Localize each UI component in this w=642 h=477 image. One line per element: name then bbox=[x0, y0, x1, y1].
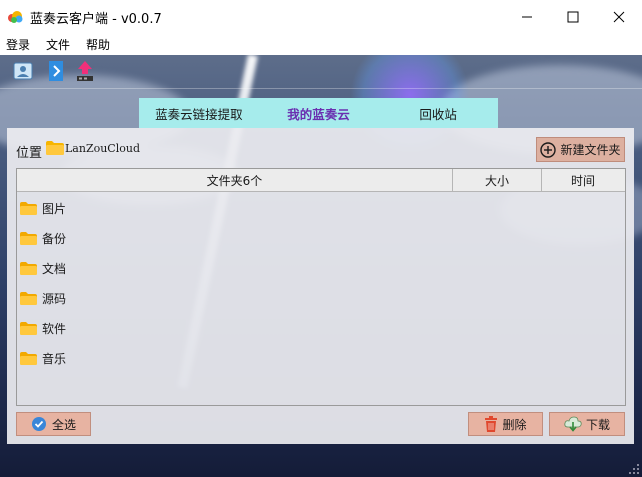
delete-label: 删除 bbox=[502, 417, 527, 432]
menu-file[interactable]: 文件 bbox=[46, 36, 70, 53]
title-bar: 蓝奏云客户端 - v0.0.7 bbox=[0, 0, 642, 33]
folder-icon bbox=[20, 231, 37, 245]
folder-icon bbox=[20, 291, 37, 305]
check-circle-icon bbox=[31, 417, 46, 431]
folder-icon bbox=[20, 201, 37, 215]
table-row[interactable]: 图片 bbox=[17, 197, 317, 219]
folder-icon bbox=[20, 351, 37, 365]
upload-icon bbox=[49, 61, 63, 81]
maximize-button[interactable] bbox=[550, 0, 596, 33]
table-row[interactable]: 软件 bbox=[17, 317, 317, 339]
upload-button[interactable] bbox=[46, 59, 68, 83]
tab-link-extract[interactable]: 蓝奏云链接提取 bbox=[139, 98, 259, 128]
login-button[interactable] bbox=[12, 59, 34, 83]
toolbar bbox=[0, 55, 642, 89]
trash-icon bbox=[485, 416, 498, 432]
menu-help[interactable]: 帮助 bbox=[86, 36, 110, 53]
close-button[interactable] bbox=[596, 0, 642, 33]
menu-login[interactable]: 登录 bbox=[6, 36, 30, 53]
maximize-icon bbox=[567, 11, 579, 22]
transfer-button[interactable] bbox=[74, 59, 96, 83]
file-name: 文档 bbox=[42, 261, 67, 276]
table-row[interactable]: 音乐 bbox=[17, 347, 317, 369]
file-table: 文件夹6个 大小 时间 图片 备份 文档 源码 软件 音乐 bbox=[16, 168, 626, 406]
tab-my-cloud[interactable]: 我的蓝奏云 bbox=[259, 98, 379, 128]
location-path[interactable]: LanZouCloud bbox=[65, 142, 140, 155]
app-window: 蓝奏云客户端 - v0.0.7 登录 文件 帮助 蓝奏云链接提取 我的蓝奏云 回… bbox=[0, 0, 642, 477]
file-name: 图片 bbox=[42, 201, 67, 216]
menu-bar: 登录 文件 帮助 bbox=[0, 33, 642, 55]
download-label: 下载 bbox=[585, 417, 610, 432]
minimize-icon bbox=[522, 16, 532, 17]
download-button[interactable]: 下载 bbox=[549, 412, 625, 436]
file-name: 备份 bbox=[42, 231, 67, 246]
tab-recycle-bin[interactable]: 回收站 bbox=[378, 98, 498, 128]
table-row[interactable]: 源码 bbox=[17, 287, 317, 309]
folder-icon bbox=[20, 321, 37, 335]
column-header-name[interactable]: 文件夹6个 bbox=[17, 169, 453, 191]
location-label: 位置 bbox=[16, 146, 43, 161]
delete-button[interactable]: 删除 bbox=[468, 412, 543, 436]
new-folder-label: 新建文件夹 bbox=[560, 143, 621, 157]
minimize-button[interactable] bbox=[504, 0, 550, 33]
cloud-app-icon bbox=[8, 11, 23, 23]
download-cloud-icon bbox=[564, 416, 582, 432]
transfer-icon bbox=[77, 61, 93, 81]
table-row[interactable]: 备份 bbox=[17, 227, 317, 249]
login-icon bbox=[13, 62, 33, 80]
file-name: 源码 bbox=[42, 291, 67, 306]
select-all-button[interactable]: 全选 bbox=[16, 412, 91, 436]
select-all-label: 全选 bbox=[51, 417, 76, 432]
close-icon bbox=[613, 11, 625, 22]
column-header-time[interactable]: 时间 bbox=[542, 169, 624, 191]
resize-grip-icon[interactable] bbox=[628, 463, 640, 475]
folder-icon bbox=[20, 261, 37, 275]
tab-bar: 蓝奏云链接提取 我的蓝奏云 回收站 bbox=[139, 98, 498, 128]
folder-icon bbox=[46, 141, 64, 155]
add-circle-icon bbox=[540, 141, 557, 158]
new-folder-button[interactable]: 新建文件夹 bbox=[536, 137, 625, 162]
file-panel: 位置 LanZouCloud 新建文件夹 文件夹6个 大小 时间 图片 备份 文… bbox=[7, 128, 634, 444]
column-header-size[interactable]: 大小 bbox=[453, 169, 542, 191]
window-title: 蓝奏云客户端 - v0.0.7 bbox=[30, 12, 162, 27]
file-name: 软件 bbox=[42, 321, 67, 336]
table-row[interactable]: 文档 bbox=[17, 257, 317, 279]
table-header: 文件夹6个 大小 时间 bbox=[17, 169, 625, 192]
file-name: 音乐 bbox=[42, 351, 67, 366]
